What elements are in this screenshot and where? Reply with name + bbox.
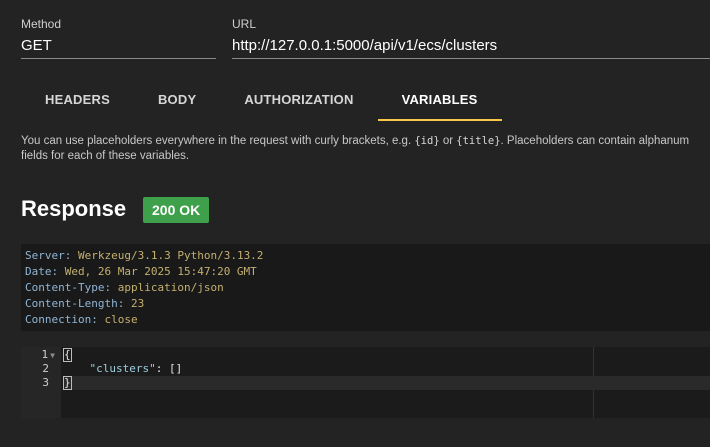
json-value: : []: [155, 362, 183, 375]
header-key: Connection: [25, 313, 92, 326]
header-key: Server: [25, 249, 65, 262]
header-line-content-length: Content-Length: 23: [25, 297, 145, 310]
header-value: application/json: [117, 281, 224, 294]
help-text-line2: fields for each of these variables.: [21, 150, 190, 162]
header-value: close: [104, 313, 138, 326]
header-line-content-type: Content-Type: application/json: [25, 281, 224, 294]
method-field[interactable]: GET: [21, 37, 216, 59]
tab-body[interactable]: BODY: [134, 83, 220, 121]
request-tabs: HEADERS BODY AUTHORIZATION VARIABLES: [21, 83, 502, 123]
tab-variables[interactable]: VARIABLES: [377, 83, 502, 121]
code-line-2: "clusters": []: [63, 362, 183, 376]
method-label: Method: [21, 17, 62, 31]
header-line-server: Server: Werkzeug/3.1.3 Python/3.13.2: [25, 249, 264, 262]
header-key: Content-Type: [25, 281, 105, 294]
fold-arrow-icon[interactable]: ▼: [50, 351, 55, 360]
line-number-1: 1 ▼: [41, 348, 55, 361]
response-title: Response: [21, 196, 127, 221]
line-gutter: 1 ▼ 2 3: [21, 347, 61, 418]
help-text-part3: . Placeholders can contain alphanum: [500, 135, 690, 147]
header-line-connection: Connection: close: [25, 313, 138, 326]
response-headers: Server: Werkzeug/3.1.3 Python/3.13.2 Dat…: [21, 244, 710, 331]
url-field[interactable]: http://127.0.0.1:5000/api/v1/ecs/cluster…: [232, 37, 710, 59]
header-key: Date: [25, 265, 52, 278]
code-line-1: {: [63, 348, 72, 362]
json-key: "clusters": [89, 362, 156, 375]
code-line-3: }: [63, 376, 710, 390]
placeholder-example-id: {id}: [414, 135, 440, 147]
header-line-date: Date: Wed, 26 Mar 2025 15:47:20 GMT: [25, 265, 257, 278]
placeholder-example-title: {title}: [456, 135, 501, 147]
line-number-2: 2: [42, 362, 49, 375]
line-number-3: 3: [42, 376, 49, 389]
help-text-part2: or: [439, 135, 457, 147]
variables-help-text: You can use placeholders everywhere in t…: [21, 134, 710, 164]
tab-authorization[interactable]: AUTHORIZATION: [220, 83, 377, 121]
header-key: Content-Length: [25, 297, 118, 310]
url-label: URL: [232, 17, 257, 31]
request-panel: Method GET URL http://127.0.0.1:5000/api…: [0, 0, 710, 447]
help-text-part1: You can use placeholders everywhere in t…: [21, 135, 415, 147]
tab-headers[interactable]: HEADERS: [21, 83, 134, 121]
response-body-editor[interactable]: 1 ▼ 2 3 { "clusters": [] }: [21, 347, 710, 418]
header-value: 23: [130, 297, 145, 310]
status-badge: 200 OK: [143, 197, 210, 223]
header-value: Werkzeug/3.1.3 Python/3.13.2: [78, 249, 264, 262]
header-value: Wed, 26 Mar 2025 15:47:20 GMT: [64, 265, 257, 278]
